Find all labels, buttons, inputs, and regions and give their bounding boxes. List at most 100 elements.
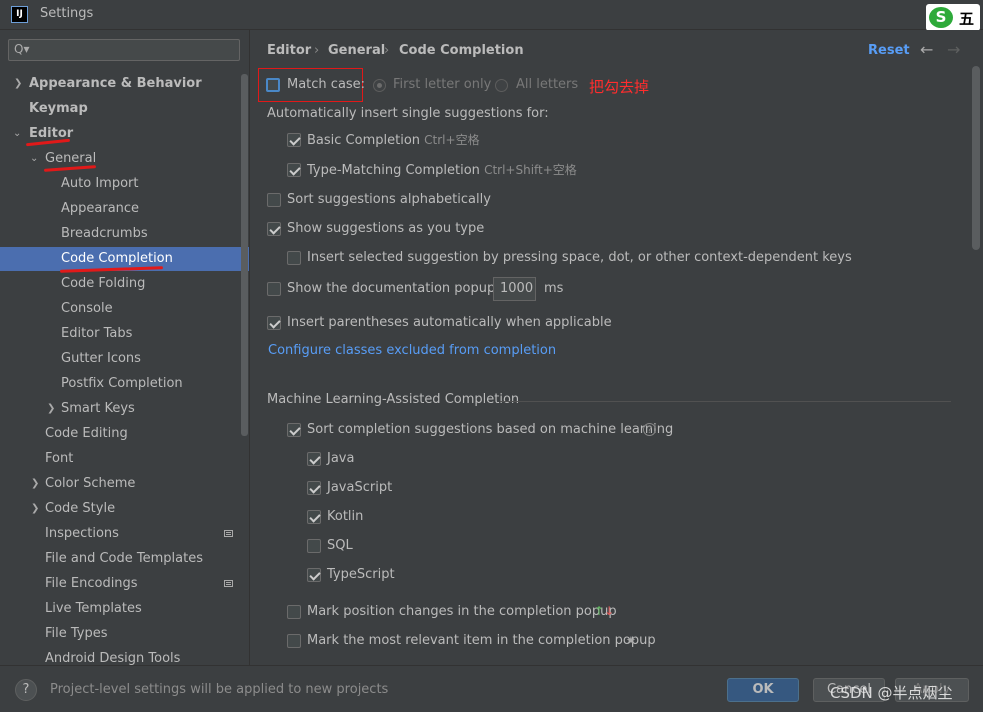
- java-label: Java: [327, 451, 355, 466]
- ml-section-title: Machine Learning-Assisted Completion: [267, 392, 520, 407]
- breadcrumb-code-completion: Code Completion: [399, 43, 524, 58]
- mark-relevant-label: Mark the most relevant item in the compl…: [307, 633, 656, 648]
- sql-label: SQL: [327, 538, 353, 553]
- sidebar-item-live-templates[interactable]: Live Templates: [45, 598, 142, 620]
- insert-selected-checkbox[interactable]: [287, 251, 301, 265]
- sidebar-item-console[interactable]: Console: [61, 298, 113, 320]
- first-letter-label: First letter only: [393, 77, 492, 92]
- sidebar-item-auto-import[interactable]: Auto Import: [61, 173, 138, 195]
- settings-search-input[interactable]: Q▾: [8, 39, 240, 61]
- window-title: Settings: [40, 6, 94, 21]
- typescript-checkbox[interactable]: [307, 568, 321, 582]
- show-doc-popup-checkbox[interactable]: [267, 282, 281, 296]
- search-icon: Q▾: [14, 42, 30, 56]
- sort-alpha-checkbox[interactable]: [267, 193, 281, 207]
- show-doc-popup-label: Show the documentation popup in: [287, 281, 512, 296]
- basic-completion-checkbox[interactable]: [287, 133, 301, 147]
- sidebar-item-file-encodings[interactable]: File Encodings: [45, 573, 138, 595]
- chevron-right-icon[interactable]: ❯: [31, 478, 39, 489]
- sidebar-item-breadcrumbs[interactable]: Breadcrumbs: [61, 223, 148, 245]
- insert-parens-label: Insert parentheses automatically when ap…: [287, 315, 612, 330]
- help-button[interactable]: ?: [15, 679, 37, 701]
- chevron-down-icon[interactable]: ⌄: [30, 153, 38, 164]
- breadcrumb-separator-icon: ›: [384, 43, 390, 58]
- all-letters-radio[interactable]: [495, 79, 508, 92]
- forward-arrow-icon[interactable]: →: [947, 40, 960, 59]
- chevron-down-icon[interactable]: ⌄: [13, 128, 21, 139]
- match-case-label: Match case:: [287, 77, 366, 92]
- project-level-note: Project-level settings will be applied t…: [50, 682, 389, 697]
- sidebar-item-editor-tabs[interactable]: Editor Tabs: [61, 323, 132, 345]
- basic-completion-shortcut: Ctrl+空格: [424, 133, 480, 147]
- first-letter-radio[interactable]: [373, 79, 386, 92]
- breadcrumb-separator-icon: ›: [314, 43, 320, 58]
- csdn-watermark: CSDN @半点烟尘: [830, 684, 953, 702]
- sidebar-item-font[interactable]: Font: [45, 448, 73, 470]
- sidebar-item-appearance-behavior[interactable]: Appearance & Behavior: [29, 73, 202, 95]
- dialog-footer: ? Project-level settings will be applied…: [0, 665, 983, 712]
- basic-completion-text: Basic Completion: [307, 133, 421, 148]
- ime-mode-label: 五: [959, 10, 975, 28]
- configure-excluded-link[interactable]: Configure classes excluded from completi…: [268, 341, 556, 361]
- doc-popup-delay-input[interactable]: 1000: [493, 277, 536, 301]
- match-case-checkbox[interactable]: [266, 78, 280, 92]
- chevron-right-icon[interactable]: ❯: [31, 503, 39, 514]
- star-icon: ★: [626, 634, 636, 647]
- all-letters-label: All letters: [516, 77, 579, 92]
- sidebar-item-postfix-completion[interactable]: Postfix Completion: [61, 373, 183, 395]
- javascript-checkbox[interactable]: [307, 481, 321, 495]
- type-matching-text: Type-Matching Completion: [307, 163, 480, 178]
- show-as-you-type-checkbox[interactable]: [267, 222, 281, 236]
- ml-sort-label: Sort completion suggestions based on mac…: [307, 422, 674, 437]
- mark-relevant-checkbox[interactable]: [287, 634, 301, 648]
- sidebar-item-inspections[interactable]: Inspections: [45, 523, 119, 545]
- insert-selected-label: Insert selected suggestion by pressing s…: [307, 250, 852, 265]
- auto-insert-heading: Automatically insert single suggestions …: [267, 106, 549, 121]
- javascript-label: JavaScript: [327, 480, 393, 495]
- sidebar-item-color-scheme[interactable]: Color Scheme: [45, 473, 135, 495]
- reset-link[interactable]: Reset: [868, 43, 910, 58]
- java-checkbox[interactable]: [307, 452, 321, 466]
- chevron-right-icon[interactable]: ❯: [14, 78, 22, 89]
- project-settings-icon: [224, 530, 233, 537]
- project-settings-icon: [224, 580, 233, 587]
- title-bar: IJ Settings S 五: [0, 0, 983, 31]
- ms-unit-label: ms: [544, 281, 564, 296]
- kotlin-checkbox[interactable]: [307, 510, 321, 524]
- sidebar-item-gutter-icons[interactable]: Gutter Icons: [61, 348, 141, 370]
- ime-indicator[interactable]: S 五: [926, 4, 980, 31]
- sidebar-item-smart-keys[interactable]: Smart Keys: [61, 398, 135, 420]
- sql-checkbox[interactable]: [307, 539, 321, 553]
- section-separator: [500, 401, 951, 402]
- sidebar-item-file-types[interactable]: File Types: [45, 623, 108, 645]
- insert-parens-checkbox[interactable]: [267, 316, 281, 330]
- ml-sort-checkbox[interactable]: [287, 423, 301, 437]
- sidebar-item-keymap[interactable]: Keymap: [29, 98, 88, 120]
- sidebar-scrollbar[interactable]: [241, 74, 248, 436]
- sidebar-item-file-code-templates[interactable]: File and Code Templates: [45, 548, 203, 570]
- sidebar-item-code-editing[interactable]: Code Editing: [45, 423, 128, 445]
- type-matching-checkbox[interactable]: [287, 163, 301, 177]
- help-icon[interactable]: ?: [643, 423, 656, 436]
- breadcrumb-general[interactable]: General: [328, 43, 385, 58]
- sidebar-item-appearance[interactable]: Appearance: [61, 198, 139, 220]
- back-arrow-icon[interactable]: ←: [920, 40, 933, 59]
- sidebar-item-android-design-tools[interactable]: Android Design Tools: [45, 648, 180, 665]
- mark-position-label: Mark position changes in the completion …: [307, 604, 617, 619]
- show-as-you-type-label: Show suggestions as you type: [287, 221, 485, 236]
- sort-alpha-label: Sort suggestions alphabetically: [287, 192, 491, 207]
- ok-button[interactable]: OK: [727, 678, 799, 702]
- main-scrollbar[interactable]: [972, 66, 980, 250]
- intellij-icon: IJ: [11, 6, 28, 23]
- kotlin-label: Kotlin: [327, 509, 364, 524]
- ime-logo-icon: S: [929, 7, 953, 28]
- mark-position-checkbox[interactable]: [287, 605, 301, 619]
- chevron-right-icon[interactable]: ❯: [47, 403, 55, 414]
- sidebar-item-code-folding[interactable]: Code Folding: [61, 273, 145, 295]
- annotation-text: 把勾去掉: [589, 78, 650, 96]
- breadcrumb-editor[interactable]: Editor: [267, 43, 311, 58]
- sidebar-item-code-style[interactable]: Code Style: [45, 498, 115, 520]
- position-change-arrows-icon: ↑↓: [594, 604, 615, 618]
- settings-sidebar: Q▾ ❯ Appearance & Behavior Keymap ⌄ Edit…: [0, 30, 250, 665]
- basic-completion-label: Basic Completion Ctrl+空格: [307, 130, 480, 151]
